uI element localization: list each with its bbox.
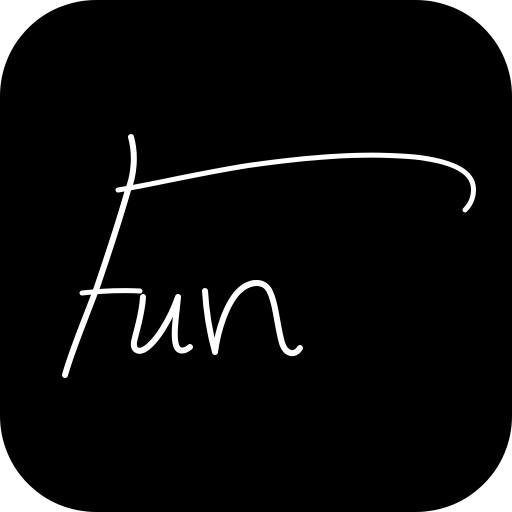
fun-wordmark-logo [62, 134, 476, 378]
logo-letter-u [130, 294, 193, 354]
logo-letter-n [202, 280, 303, 357]
app-icon-tile[interactable] [0, 0, 512, 512]
logo-f-crossbar-middle [79, 288, 143, 296]
logo-f-stem [62, 134, 137, 378]
logo-f-crossbar-top [115, 152, 476, 213]
